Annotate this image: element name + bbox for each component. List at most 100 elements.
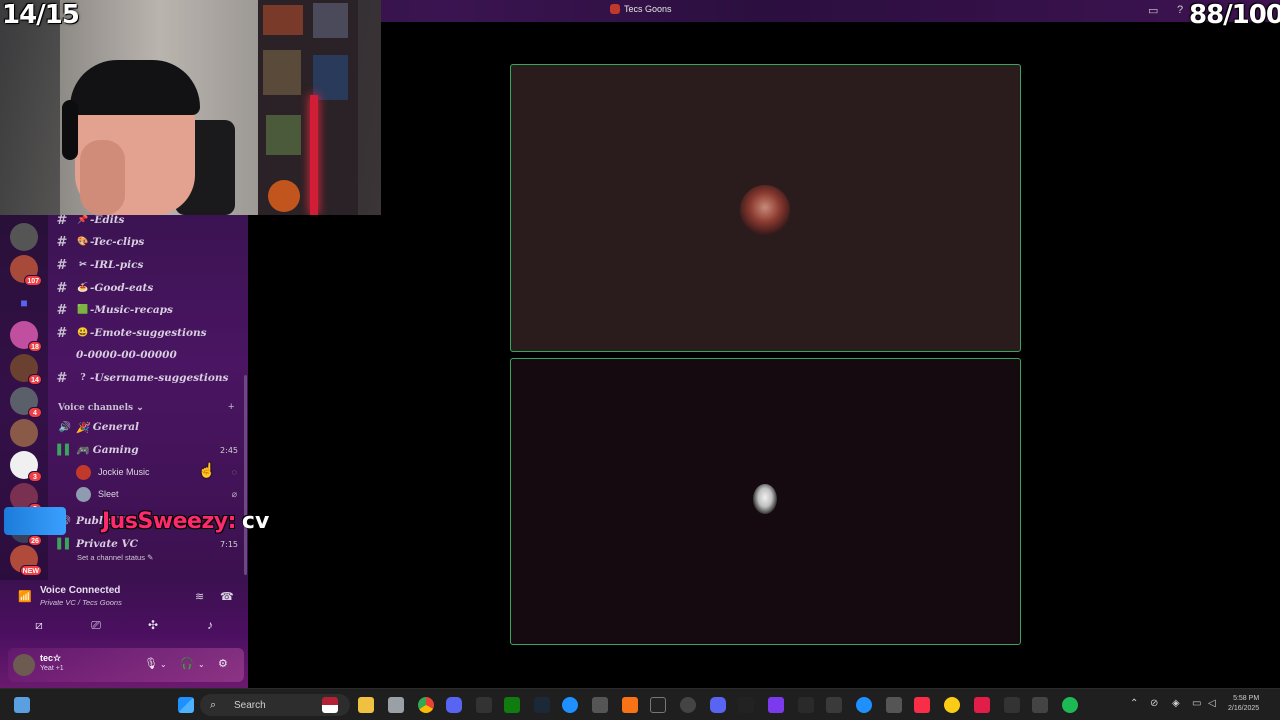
app-icon[interactable] [680,697,696,713]
folder-icon[interactable]: ■ [10,289,38,317]
hash-icon: # [56,215,68,228]
steam-icon[interactable] [534,697,550,713]
noise-suppression-icon[interactable]: ≋ [195,590,204,603]
soundboard-icon[interactable]: ♪ [199,616,221,634]
channel-tec-clips[interactable]: # 🎨 -Tec-clips [48,231,244,253]
app-icon[interactable] [856,697,872,713]
discord-icon[interactable] [710,697,726,713]
spotify-icon[interactable] [1062,697,1078,713]
settings-gear-icon[interactable]: ⚙ [218,657,228,670]
chevron-down-icon: ⌄ [136,403,144,413]
channel-irl-pics[interactable]: # ✂ -IRL-pics [48,254,244,276]
network-icon[interactable]: ⊘ [1150,698,1158,709]
app-icon[interactable] [562,697,578,713]
mention-badge: 14 [28,374,42,385]
voice-category-header[interactable]: Voice channels ⌄ [58,403,144,413]
channel-emoji: ✂ [79,260,87,270]
activity-icon[interactable]: ✣ [142,616,164,634]
app-icon[interactable] [622,697,638,713]
server-icon [610,4,620,14]
app-tray-icon[interactable]: ◈ [1172,698,1180,709]
disconnect-icon[interactable]: ☎ [220,590,234,603]
channel-name: 0-0000-00-00000 [76,349,177,361]
server-icon[interactable]: 18 [10,321,42,352]
voice-user-name: Jockie Music [98,467,150,477]
headphones-icon: ◌ [231,467,237,477]
server-icon[interactable]: 3 [10,451,42,482]
voice-user-name: Sleet [98,489,119,499]
server-icon[interactable]: 4 [10,387,42,418]
clock[interactable]: 5:58 PM 2/16/2025 [1228,694,1259,714]
server-icon[interactable] [10,223,38,251]
app-icon[interactable] [388,697,404,713]
music-icon[interactable] [914,697,930,713]
start-icon[interactable] [178,697,194,713]
discord-icon[interactable] [446,697,462,713]
widgets-icon[interactable] [14,697,30,713]
video-tile-speaking[interactable] [510,64,1021,352]
xbox-icon[interactable] [504,697,520,713]
app-icon[interactable] [768,697,784,713]
app-icon[interactable] [974,697,990,713]
hash-icon: # [56,302,68,318]
camera-icon[interactable]: ⧄ [28,616,50,634]
app-icon[interactable] [826,697,842,713]
headset [62,100,78,160]
monitor-icon[interactable]: ▭ [1192,698,1201,709]
channel-emote-suggestions[interactable]: # 😃 -Emote-suggestions [48,322,244,344]
server-icon[interactable] [10,419,38,447]
chevron-down-icon[interactable]: ⌄ [160,660,167,669]
file-explorer-icon[interactable] [358,697,374,713]
server-icon[interactable]: 107 [10,255,42,286]
channel-status-text: Set a channel status [77,553,145,562]
channel-edits[interactable]: # 📌 -Edits [48,215,244,231]
channel-good-eats[interactable]: # 🍝 -Good-eats [48,277,244,299]
app-icon[interactable] [476,697,492,713]
voice-active-icon: ▌▌ [57,444,73,456]
hash-icon: # [56,370,68,386]
microphone-icon[interactable]: 🎙 [144,657,158,670]
app-icon[interactable] [592,697,608,713]
voice-channel-gaming[interactable]: ▌▌ 🎮 Gaming 2:45 [54,440,244,460]
channel-name: -Username-suggestions [90,372,229,384]
voice-channel-general[interactable]: 🔊 🎉 General [54,417,244,437]
app-icon[interactable] [886,697,902,713]
chat-overlay: JusSweezy: cv [0,503,269,539]
headphones-icon[interactable]: 🎧 [180,657,194,670]
basketball [268,180,300,212]
app-icon[interactable] [1004,697,1020,713]
avatar[interactable] [13,654,35,676]
create-channel-icon[interactable]: + [228,401,234,413]
screen-share-icon[interactable]: ⎚ [85,616,107,634]
app-icon[interactable] [944,697,960,713]
help-icon[interactable]: ? [1177,4,1189,16]
server-icon[interactable]: 14 [10,354,42,385]
server-icon[interactable]: NEW [10,545,42,576]
voice-user[interactable]: Sleet ⌀ [76,484,241,504]
app-icon[interactable] [650,697,666,713]
channel-username-suggestions[interactable]: #? -Username-suggestions [48,367,244,389]
chrome-icon[interactable] [418,697,434,713]
chevron-up-icon[interactable]: ⌃ [1130,698,1138,709]
chevron-down-icon[interactable]: ⌄ [198,660,205,669]
app-icon[interactable] [1032,697,1048,713]
scrollbar[interactable] [244,375,247,575]
app-icon[interactable] [738,697,754,713]
video-tile-speaking[interactable] [510,358,1021,645]
mention-badge: 3 [28,471,42,482]
channel-emoji: 😃 [77,328,89,338]
channel-emoji: 🍝 [77,283,89,293]
voice-status-subtitle[interactable]: Private VC / Tecs Goons [40,598,122,607]
led-light [310,95,318,215]
app-icon[interactable] [798,697,814,713]
inbox-icon[interactable]: ▭ [1148,4,1160,17]
voice-user[interactable]: Jockie Music ◌ [76,462,241,482]
username[interactable]: tec☆ [40,653,61,664]
channel-status[interactable]: Set a channel status ✎ [77,553,153,562]
voice-status-title[interactable]: Voice Connected [40,585,120,596]
volume-icon[interactable]: ◁ [1208,698,1216,709]
channel-unnamed[interactable]: 0-0000-00-00000 [48,344,244,366]
channel-music-recaps[interactable]: # 🟩 -Music-recaps [48,299,244,321]
chat-badge-icon [4,507,66,535]
channel-name: Private VC [76,538,139,550]
